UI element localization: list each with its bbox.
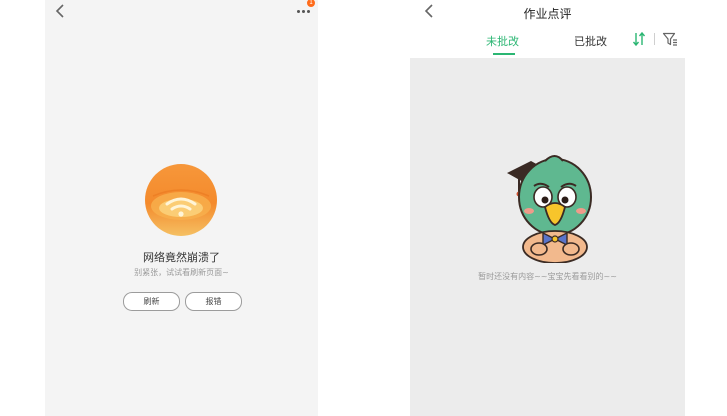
tab-graded[interactable]: 已批改 xyxy=(574,33,607,49)
network-crash-illustration xyxy=(145,164,217,236)
network-error-screen: 1 网络竟然崩溃了 别紧张，试试看刷新页面~ 刷新 报错 xyxy=(45,0,318,416)
error-subtitle: 别紧张，试试看刷新页面~ xyxy=(134,268,229,277)
active-tab-indicator xyxy=(493,53,515,55)
parrot-mascot-illustration xyxy=(507,155,592,263)
empty-state-panel: 暂时还没有内容~~宝宝先看看别的~~ xyxy=(410,58,685,416)
sort-icon[interactable] xyxy=(632,31,646,47)
refresh-button[interactable]: 刷新 xyxy=(123,292,180,311)
homework-review-header: 作业点评 未批改 已批改 xyxy=(410,0,685,58)
back-chevron-icon[interactable] xyxy=(53,3,69,19)
more-menu-button[interactable]: 1 xyxy=(295,0,315,16)
error-title: 网络竟然崩溃了 xyxy=(143,251,220,264)
notification-badge: 1 xyxy=(307,0,315,7)
tab-ungraded[interactable]: 未批改 xyxy=(486,33,519,49)
report-error-button[interactable]: 报错 xyxy=(185,292,242,311)
header-divider xyxy=(654,33,655,45)
more-dots-icon xyxy=(297,10,312,13)
empty-state-message: 暂时还没有内容~~宝宝先看看别的~~ xyxy=(478,272,617,281)
page-title: 作业点评 xyxy=(523,7,572,21)
screenshot-canvas: 1 网络竟然崩溃了 别紧张，试试看刷新页面~ 刷新 报错 作业点评 未批改 已批… xyxy=(0,0,727,416)
filter-icon[interactable] xyxy=(662,31,678,47)
